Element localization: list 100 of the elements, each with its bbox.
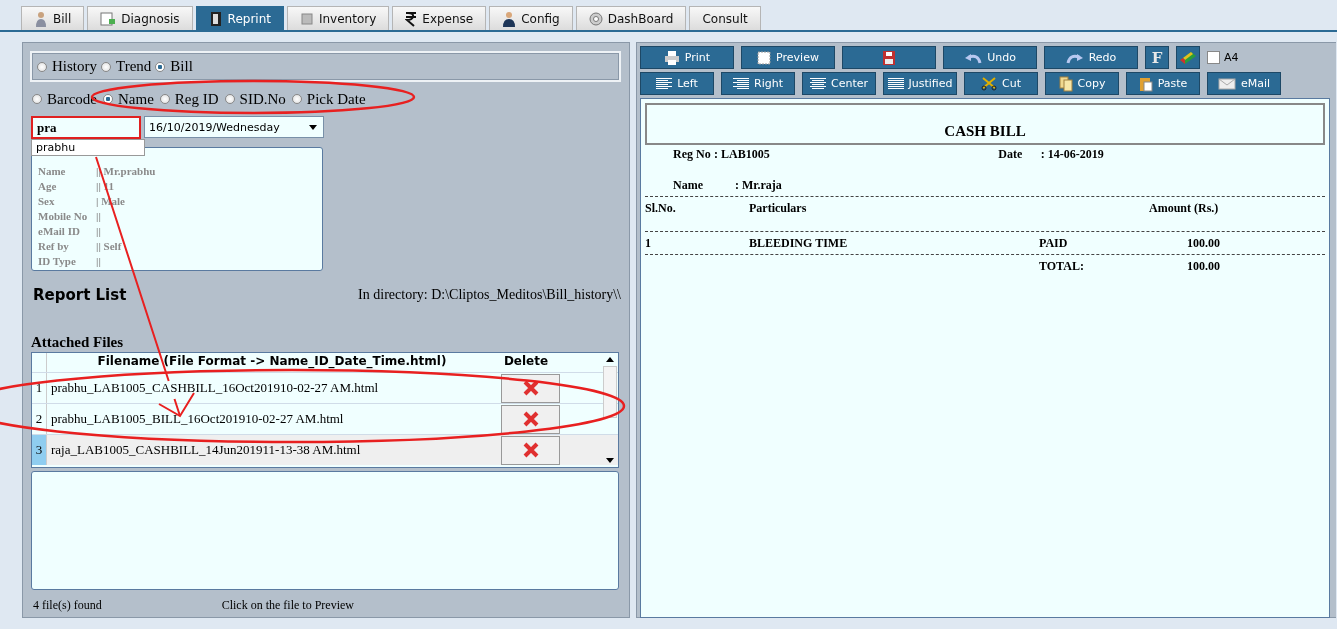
align-justify-icon (887, 76, 904, 91)
floppy-icon (883, 50, 895, 65)
info-value: || Self (96, 240, 122, 254)
field-label: Reg No (673, 147, 712, 161)
info-label: Name (38, 165, 67, 179)
copy-icon (1058, 75, 1073, 92)
preview-button[interactable]: Preview (741, 46, 835, 69)
date-dropdown[interactable]: 16/10/2019/Wednesday (144, 116, 324, 138)
column-header: Amount (Rs.) (1149, 201, 1220, 217)
left-button[interactable]: Left (640, 72, 714, 95)
radio-option[interactable]: Reg ID (159, 90, 219, 108)
pdf-button[interactable] (842, 46, 936, 69)
a4-checkbox[interactable]: A4 (1207, 51, 1239, 64)
report-list-title: Report List (33, 286, 127, 304)
info-label: Sex (38, 195, 56, 209)
field-value: : Mr.raja (735, 178, 783, 192)
info-value: || (96, 225, 101, 239)
column-header: Filename (File Format -> Name_ID_Date_Time.html) (96, 353, 448, 368)
color-palette-icon (1179, 50, 1197, 65)
redo-arrow-icon (1065, 51, 1084, 64)
radio-option[interactable]: Pick Date (291, 90, 366, 108)
radio-option[interactable]: SID.No (224, 90, 286, 108)
delete-button[interactable] (501, 373, 560, 403)
scroll-up-icon (606, 357, 614, 362)
info-label: Ref by (38, 240, 70, 254)
font-button[interactable]: F (1145, 46, 1169, 69)
total-label: TOTAL: (1039, 258, 1085, 274)
scissors-icon (981, 76, 997, 91)
tab[interactable]: DashBoard (575, 6, 687, 30)
justify-button[interactable]: Justified (883, 72, 957, 95)
radio-option[interactable]: Bill (155, 58, 193, 75)
user-icon (502, 10, 517, 27)
filename-cell-text: prabhu_LAB1005_BILL_16Oct201910-02-27 AM.html (50, 411, 345, 427)
directory-path: In directory: D:\Cliptos_Meditos\Bill_history\\ (358, 287, 621, 303)
row-number: 3 (32, 435, 47, 465)
align-center-icon (810, 76, 826, 91)
info-label: Age (38, 180, 58, 194)
align-left-icon (656, 76, 673, 91)
file-count: 4 file(s) found (33, 598, 102, 613)
color-button[interactable] (1176, 46, 1200, 69)
box-icon (299, 11, 314, 26)
field-value: : LAB1005 (714, 147, 771, 161)
text-area[interactable] (31, 471, 619, 590)
bill-title: CASH BILL (944, 123, 1026, 140)
radio-option[interactable]: Barcode (32, 90, 97, 108)
field-value: : 14-06-2019 (1040, 147, 1105, 161)
envelope-icon (1217, 77, 1236, 90)
paste-button[interactable]: Paste (1126, 72, 1200, 95)
cut-button[interactable]: Cut (964, 72, 1038, 95)
radio-option[interactable]: Trend (101, 58, 152, 75)
printer-icon (663, 50, 680, 65)
delete-button[interactable] (501, 435, 560, 465)
tab[interactable]: Bill (21, 6, 85, 30)
tab[interactable]: Consult (689, 6, 761, 30)
tab[interactable]: Diagnosis (87, 6, 193, 30)
tab[interactable]: Reprint (195, 6, 284, 30)
redo-button[interactable]: Redo (1044, 46, 1138, 69)
info-value: || (96, 255, 101, 269)
gear-icon (588, 11, 603, 26)
document-icon (100, 11, 117, 26)
info-label: eMail ID (38, 225, 81, 239)
tab[interactable]: Expense (392, 6, 487, 30)
align-right-icon (733, 76, 749, 91)
dropdown-arrow-icon (309, 124, 317, 130)
hint-text: Click on the file to Preview (221, 598, 354, 613)
row-number: 1 (32, 373, 47, 403)
copy-button[interactable]: Copy (1045, 72, 1119, 95)
person-icon (34, 10, 48, 27)
door-icon (208, 10, 223, 27)
serial-number: 1 (645, 235, 652, 251)
radio-option[interactable]: Name (103, 90, 154, 108)
file-row[interactable]: 3 raja_LAB1005_CASHBILL_14Jun201911-13-38 AM.html (32, 434, 618, 465)
right-button[interactable]: Right (721, 72, 795, 95)
info-label: ID Type (38, 255, 77, 269)
field-label: Name (673, 178, 704, 192)
total-amount: 100.00 (1187, 258, 1220, 274)
tab[interactable]: Inventory (286, 6, 390, 30)
info-value: || (96, 210, 101, 224)
info-label: Mobile No (38, 210, 89, 224)
undo-arrow-icon (964, 51, 983, 64)
close-icon (522, 380, 539, 396)
tab[interactable]: Config (489, 6, 573, 30)
mail-button[interactable]: eMail (1207, 72, 1281, 95)
filename-cell-text: raja_LAB1005_CASHBILL_14Jun201911-13-38 AM.html (50, 442, 362, 458)
center-button[interactable]: Center (802, 72, 876, 95)
status-text: PAID (1039, 235, 1069, 251)
frame-icon (757, 50, 772, 65)
filename-cell-text: prabhu_LAB1005_CASHBILL_16Oct201910-02-27 AM.html (50, 380, 380, 396)
print-button[interactable]: Print (640, 46, 734, 69)
rupee-icon (405, 10, 418, 27)
delete-button[interactable] (501, 404, 560, 434)
column-header: Delete (502, 353, 550, 368)
paste-icon (1138, 75, 1153, 92)
column-header: Particulars (749, 201, 808, 217)
undo-button[interactable]: Undo (943, 46, 1037, 69)
search-field[interactable]: pra (31, 116, 141, 139)
field-label: Date (998, 147, 1024, 161)
radio-option[interactable]: History (37, 58, 97, 75)
suggestion-item[interactable]: prabhu (32, 140, 144, 155)
particular-text: BLEEDING TIME (749, 235, 849, 251)
